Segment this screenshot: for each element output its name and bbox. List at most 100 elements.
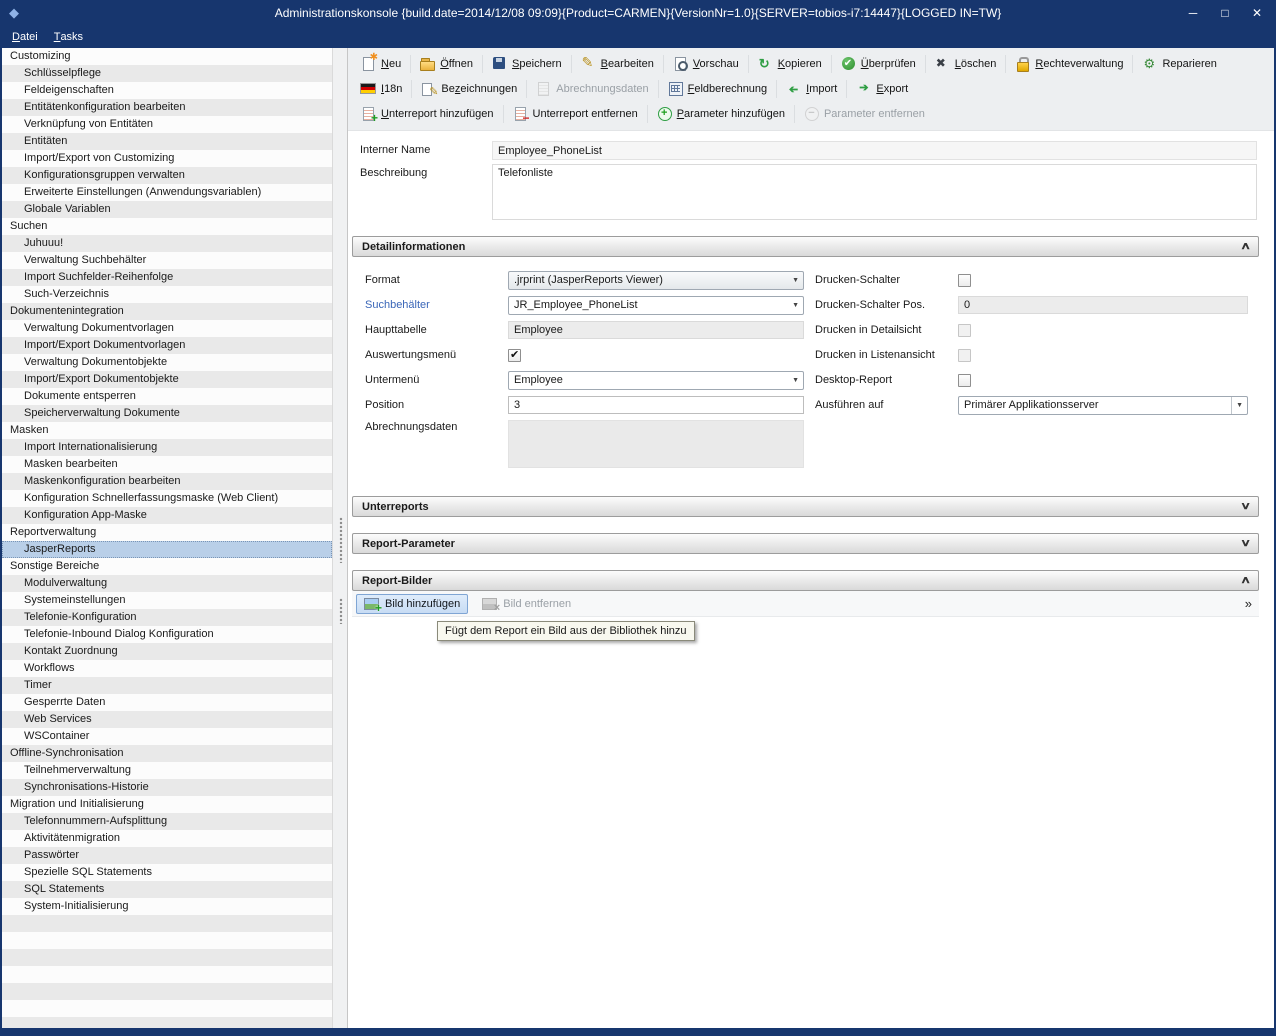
chevron-up-icon: ∧ [1240,241,1251,252]
sidebar-item-kontakt-zuordnung[interactable]: Kontakt Zuordnung [2,643,332,660]
export-arrow-icon [856,81,871,96]
ueberpruefen-button[interactable]: Überprüfen [833,54,924,73]
sidebar-item-telefonnummern-aufsplittung[interactable]: Telefonnummern-Aufsplittung [2,813,332,830]
sidebar-item-web-services[interactable]: Web Services [2,711,332,728]
reparieren-button[interactable]: Reparieren [1134,54,1224,73]
unterreport-hinzufuegen-button[interactable]: Unterreport hinzufügen [353,104,502,123]
auswertungsmenue-checkbox[interactable] [508,349,521,362]
sidebar-item-telefonie-inbound-dialog-konfiguration[interactable]: Telefonie-Inbound Dialog Konfiguration [2,626,332,643]
neu-button[interactable]: Neu [353,54,409,73]
sidebar-item-synchronisations-historie[interactable]: Synchronisations-Historie [2,779,332,796]
splitter[interactable] [332,48,348,1028]
unterreport-entfernen-label: Unterreport entfernen [533,108,638,120]
unterreports-panel-header[interactable]: Unterreports ∨ [352,496,1259,517]
close-button[interactable]: ✕ [1246,6,1268,20]
untermenue-select[interactable]: Employee▼ [508,371,804,390]
sidebar-item-import-export-von-customizing[interactable]: Import/Export von Customizing [2,150,332,167]
window-controls: ─ □ ✕ [1182,6,1268,20]
sidebar-item-entitaetenkonfiguration-bearbeiten[interactable]: Entitätenkonfiguration bearbeiten [2,99,332,116]
import-button[interactable]: Import [778,79,845,98]
menu-datei[interactable]: Datei [4,26,46,48]
sidebar-item-system-initialisierung[interactable]: System-Initialisierung [2,898,332,915]
detail-panel-header[interactable]: Detailinformationen ∧ [352,236,1259,257]
i18n-button[interactable]: I18n [353,79,410,98]
rechteverwaltung-button[interactable]: Rechteverwaltung [1007,54,1131,73]
sidebar-item-entitaeten[interactable]: Entitäten [2,133,332,150]
sidebar-section-masken: Masken [2,422,332,439]
bezeichnungen-button[interactable]: Bezeichnungen [413,79,525,98]
sidebar-item-workflows[interactable]: Workflows [2,660,332,677]
sidebar-item-globale-variablen[interactable]: Globale Variablen [2,201,332,218]
sidebar-item-modulverwaltung[interactable]: Modulverwaltung [2,575,332,592]
sidebar-item-konfiguration-app-maske[interactable]: Konfiguration App-Maske [2,507,332,524]
sidebar-item-import-suchfelder-reihenfolge[interactable]: Import Suchfelder-Reihenfolge [2,269,332,286]
ausfuehren-auf-select[interactable]: Primärer Applikationsserver▼ [958,396,1248,415]
sidebar-item-such-verzeichnis[interactable]: Such-Verzeichnis [2,286,332,303]
sidebar-item-aktivitaetenmigration[interactable]: Aktivitätenmigration [2,830,332,847]
report-bilder-title: Report-Bilder [362,575,1242,587]
sidebar-item-dokumente-entsperren[interactable]: Dokumente entsperren [2,388,332,405]
beschreibung-textarea[interactable]: Telefonliste [492,164,1257,220]
titlebar[interactable]: ◆ Administrationskonsole {build.date=201… [0,0,1276,26]
drucken-in-listenansicht-checkbox [958,349,971,362]
sidebar-item-konfigurationsgruppen-verwalten[interactable]: Konfigurationsgruppen verwalten [2,167,332,184]
report-parameter-panel-header[interactable]: Report-Parameter ∨ [352,533,1259,554]
bearbeiten-button[interactable]: Bearbeiten [573,54,662,73]
add-subreport-icon [361,106,376,121]
sidebar-item-erweiterte-einstellungen-anwendungsvariablen[interactable]: Erweiterte Einstellungen (Anwendungsvari… [2,184,332,201]
menu-tasks[interactable]: Tasks [46,26,91,48]
maximize-button[interactable]: □ [1214,6,1236,20]
sidebar-item-feldeigenschaften[interactable]: Feldeigenschaften [2,82,332,99]
sidebar-item-import-export-dokumentobjekte[interactable]: Import/Export Dokumentobjekte [2,371,332,388]
sidebar-item-schluesselpflege[interactable]: Schlüsselpflege [2,65,332,82]
toolbar-separator [411,80,412,98]
format-select[interactable]: .jrprint (JasperReports Viewer)▼ [508,271,804,290]
feldberechnung-button[interactable]: Feldberechnung [660,79,776,98]
sidebar-item-speicherverwaltung-dokumente[interactable]: Speicherverwaltung Dokumente [2,405,332,422]
parameter-hinzufuegen-button[interactable]: Parameter hinzufügen [649,104,793,123]
position-field[interactable]: 3 [508,396,804,414]
minimize-button[interactable]: ─ [1182,6,1204,20]
sidebar-item-verwaltung-dokumentvorlagen[interactable]: Verwaltung Dokumentvorlagen [2,320,332,337]
add-image-button[interactable]: Bild hinzufügen [356,594,468,614]
suchbehaelter-label[interactable]: Suchbehälter [365,299,508,311]
sidebar-item-jasperreports[interactable]: JasperReports [2,541,332,558]
sidebar-item-gesperrte-daten[interactable]: Gesperrte Daten [2,694,332,711]
sidebar-item-timer[interactable]: Timer [2,677,332,694]
sidebar-item-sql-statements[interactable]: SQL Statements [2,881,332,898]
neu-label: Neu [381,58,401,70]
sidebar-item-wscontainer[interactable]: WSContainer [2,728,332,745]
sidebar-item-masken-bearbeiten[interactable]: Masken bearbeiten [2,456,332,473]
unterreport-entfernen-button[interactable]: Unterreport entfernen [505,104,646,123]
sidebar-item-import-export-dokumentvorlagen[interactable]: Import/Export Dokumentvorlagen [2,337,332,354]
sidebar-item-import-internationalisierung[interactable]: Import Internationalisierung [2,439,332,456]
preview-icon [673,56,688,71]
suchbehaelter-select[interactable]: JR_Employee_PhoneList▼ [508,296,804,315]
sidebar-item-konfiguration-schnellerfassungsmaske-web-client[interactable]: Konfiguration Schnellerfassungsmaske (We… [2,490,332,507]
sidebar-item-spezielle-sql-statements[interactable]: Spezielle SQL Statements [2,864,332,881]
speichern-button[interactable]: Speichern [484,54,570,73]
sidebar-item-juhuuu[interactable]: Juhuuu! [2,235,332,252]
sidebar-item-verwaltung-suchbehaelter[interactable]: Verwaltung Suchbehälter [2,252,332,269]
export-button[interactable]: Export [848,79,916,98]
sidebar-item-passwoerter[interactable]: Passwörter [2,847,332,864]
sidebar-item-verwaltung-dokumentobjekte[interactable]: Verwaltung Dokumentobjekte [2,354,332,371]
toolbar-overflow-button[interactable]: » [1245,596,1252,611]
sidebar-item-verknuepfung-von-entitaeten[interactable]: Verknüpfung von Entitäten [2,116,332,133]
sidebar-item-telefonie-konfiguration[interactable]: Telefonie-Konfiguration [2,609,332,626]
verify-check-icon [841,56,856,71]
oeffnen-button[interactable]: Öffnen [412,54,481,73]
sidebar-item-maskenkonfiguration-bearbeiten[interactable]: Maskenkonfiguration bearbeiten [2,473,332,490]
sidebar-nav: CustomizingSchlüsselpflegeFeldeigenschaf… [2,48,332,915]
drucken-schalter-checkbox[interactable] [958,274,971,287]
report-bilder-panel-header[interactable]: Report-Bilder ∧ [352,570,1259,591]
remove-subreport-icon [513,106,528,121]
kopieren-button[interactable]: Kopieren [750,54,830,73]
interner-name-input[interactable] [492,141,1257,160]
sidebar-item-teilnehmerverwaltung[interactable]: Teilnehmerverwaltung [2,762,332,779]
kopieren-label: Kopieren [778,58,822,70]
vorschau-button[interactable]: Vorschau [665,54,747,73]
desktop-report-checkbox[interactable] [958,374,971,387]
sidebar-item-systemeinstellungen[interactable]: Systemeinstellungen [2,592,332,609]
loeschen-button[interactable]: Löschen [927,54,1005,73]
